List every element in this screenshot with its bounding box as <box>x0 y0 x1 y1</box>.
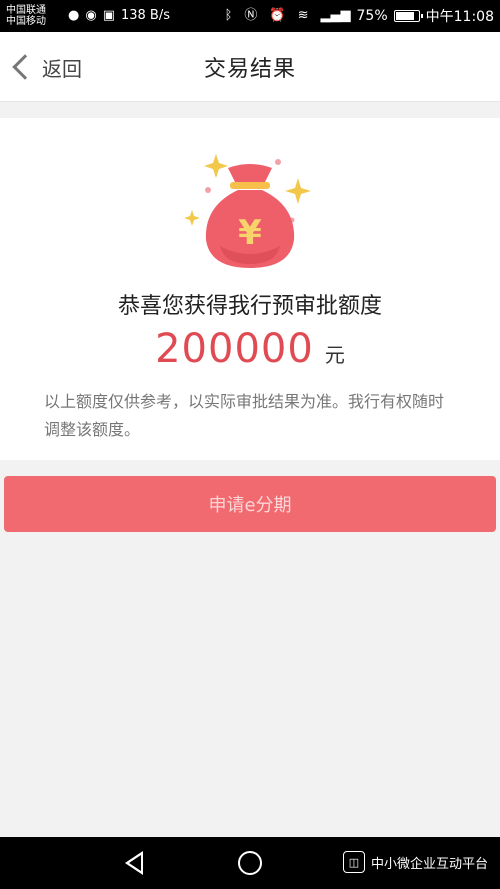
nfc-icon: Ⓝ <box>244 8 258 23</box>
congrats-message: 恭喜您获得我行预审批额度 <box>117 294 382 319</box>
carrier-info: 中国联通 中国移动 <box>6 5 62 27</box>
network-speed: 138 B/s <box>120 8 171 23</box>
disclaimer-note: 以上额度仅供参考，以实际审批结果为准。我行有权随时调整该额度。 <box>44 392 445 439</box>
battery-icon <box>393 10 423 22</box>
nav-back-icon[interactable] <box>125 851 143 875</box>
apply-installment-button[interactable]: 申请e分期 <box>4 476 496 532</box>
nav-home-icon[interactable] <box>238 851 262 875</box>
back-label: 返回 <box>42 56 82 81</box>
chevron-left-icon <box>12 54 38 80</box>
watermark: ◫ 中小微企业互动平台 <box>342 851 488 873</box>
carrier-1: 中国联通 <box>6 5 46 16</box>
eye-icon: ◉ <box>85 8 97 23</box>
page-title: 交易结果 <box>203 56 296 82</box>
result-card: ¥ 恭喜您获得我行预审批额度 200000 元 以上额度仅供参考，以实际审批结果… <box>0 118 500 460</box>
app-icon: ▣ <box>102 8 115 23</box>
wifi-icon: ≋ <box>297 8 309 23</box>
chat-icon: ● <box>68 8 80 23</box>
money-bag-icon: ¥ <box>184 154 311 268</box>
credit-amount: 200000 <box>155 326 314 372</box>
status-bar: 中国联通 中国移动 ● ◉ ▣ 138 B/s ᛒ Ⓝ ⏰ ≋ ▂▄▆ 75% … <box>0 0 500 32</box>
currency-unit: 元 <box>324 343 345 367</box>
carrier-2: 中国移动 <box>6 16 46 27</box>
back-button[interactable]: 返回 <box>10 32 82 102</box>
watermark-text: 中小微企业互动平台 <box>370 856 488 872</box>
credit-amount-row: 200000 元 <box>0 326 500 372</box>
bluetooth-icon: ᛒ <box>224 8 233 23</box>
battery-percent: 75% <box>356 8 388 24</box>
system-nav-bar: ◫ 中小微企业互动平台 <box>0 837 500 889</box>
wechat-icon: ◫ <box>342 851 365 873</box>
clock: 中午11:08 <box>425 9 494 25</box>
app-header: 返回 交易结果 <box>0 32 500 102</box>
alarm-icon: ⏰ <box>269 8 286 23</box>
svg-text:¥: ¥ <box>238 213 262 253</box>
signal-icon: ▂▄▆ <box>320 8 351 23</box>
